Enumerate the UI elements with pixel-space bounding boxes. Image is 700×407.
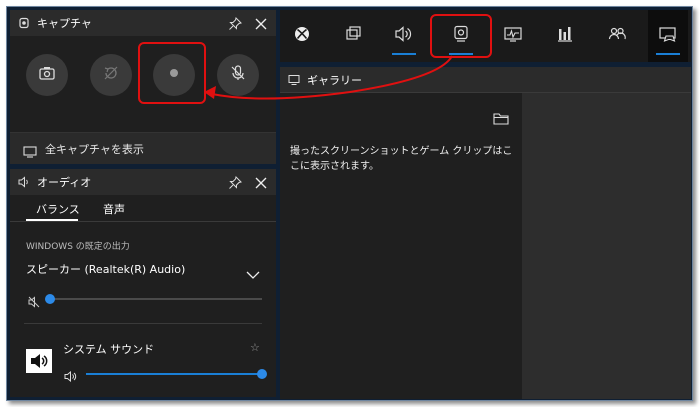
capture-widget: キャプチャ 全キャプチャを表示	[10, 10, 276, 164]
social-toolbar-button[interactable]	[597, 10, 637, 62]
game-bar-overlay: キャプチャ 全キャプチャを表示 オーディオ バランス 音声 WINDOWS の既…	[6, 6, 693, 401]
audio-tabs: バランス 音声	[10, 195, 276, 221]
camera-icon	[38, 64, 56, 86]
section-divider	[24, 323, 262, 324]
audio-widget: オーディオ バランス 音声 WINDOWS の既定の出力 スピーカー (Real…	[10, 169, 276, 397]
performance-toolbar-button[interactable]	[493, 10, 533, 62]
gallery-title: ギャラリー	[307, 73, 362, 87]
screenshot-button[interactable]	[26, 54, 68, 96]
widget-menu-button[interactable]	[333, 10, 373, 62]
capture-widget-icon	[18, 17, 30, 29]
device-volume-slider[interactable]	[50, 298, 262, 300]
audio-active-underline	[392, 53, 416, 55]
tabs-divider	[10, 221, 276, 222]
performance-icon	[503, 24, 523, 48]
default-output-label: WINDOWS の既定の出力	[26, 242, 130, 252]
capture-title: キャプチャ	[37, 17, 92, 30]
favorite-star-icon[interactable]: ☆	[250, 341, 260, 354]
controller-active-underline	[656, 53, 680, 55]
chevron-down-icon[interactable]	[246, 264, 260, 279]
record-last-30s-button[interactable]	[90, 54, 132, 96]
gallery-titlebar: ギャラリー	[280, 67, 691, 93]
xbox-icon	[292, 24, 312, 48]
app-volume-fill	[86, 373, 262, 375]
game-bar-toolbar	[280, 10, 691, 62]
capture-button-annotation	[430, 14, 492, 58]
close-icon[interactable]	[254, 16, 268, 30]
pin-icon[interactable]	[228, 175, 242, 189]
audio-toolbar-button[interactable]	[384, 10, 424, 62]
xbox-button[interactable]	[282, 10, 322, 62]
controller-icon	[658, 24, 678, 48]
resources-icon	[555, 24, 575, 48]
audio-title: オーディオ	[37, 176, 92, 189]
resources-toolbar-button[interactable]	[545, 10, 585, 62]
gallery-list: 撮ったスクリーンショットとゲーム クリップはここに表示されます。	[280, 93, 522, 399]
gallery-widget: ギャラリー 撮ったスクリーンショットとゲーム クリップはここに表示されます。	[280, 67, 691, 399]
gallery-icon	[23, 143, 37, 158]
app-name: システム サウンド	[63, 343, 155, 356]
gallery-empty-message: 撮ったスクリーンショットとゲーム クリップはここに表示されます。	[290, 146, 513, 172]
device-volume-thumb[interactable]	[45, 294, 55, 304]
pin-icon[interactable]	[228, 16, 242, 30]
speaker-icon	[18, 176, 30, 188]
tab-balance[interactable]: バランス	[36, 201, 80, 217]
system-sounds-app-icon	[26, 349, 52, 373]
capture-titlebar: キャプチャ	[10, 10, 276, 36]
widget-menu-icon	[343, 24, 363, 48]
output-device-select[interactable]: スピーカー (Realtek(R) Audio)	[26, 261, 185, 277]
controller-toolbar-button[interactable]	[648, 10, 688, 62]
record-button-annotation	[138, 42, 206, 104]
folder-icon[interactable]	[492, 111, 510, 127]
tab-voice[interactable]: 音声	[103, 201, 125, 217]
show-all-label: 全キャプチャを表示	[45, 142, 144, 156]
record-last-icon	[102, 64, 120, 86]
app-volume-thumb[interactable]	[257, 369, 267, 379]
audio-icon	[394, 24, 414, 48]
social-icon	[607, 24, 627, 48]
gallery-icon	[288, 74, 300, 86]
close-icon[interactable]	[254, 175, 268, 189]
mic-toggle-button[interactable]	[217, 54, 259, 96]
volume-icon[interactable]	[64, 367, 77, 383]
audio-titlebar: オーディオ	[10, 169, 276, 195]
mic-off-icon	[229, 64, 247, 86]
show-all-captures-link[interactable]: 全キャプチャを表示	[10, 132, 276, 164]
speaker-muted-icon[interactable]	[28, 293, 40, 308]
